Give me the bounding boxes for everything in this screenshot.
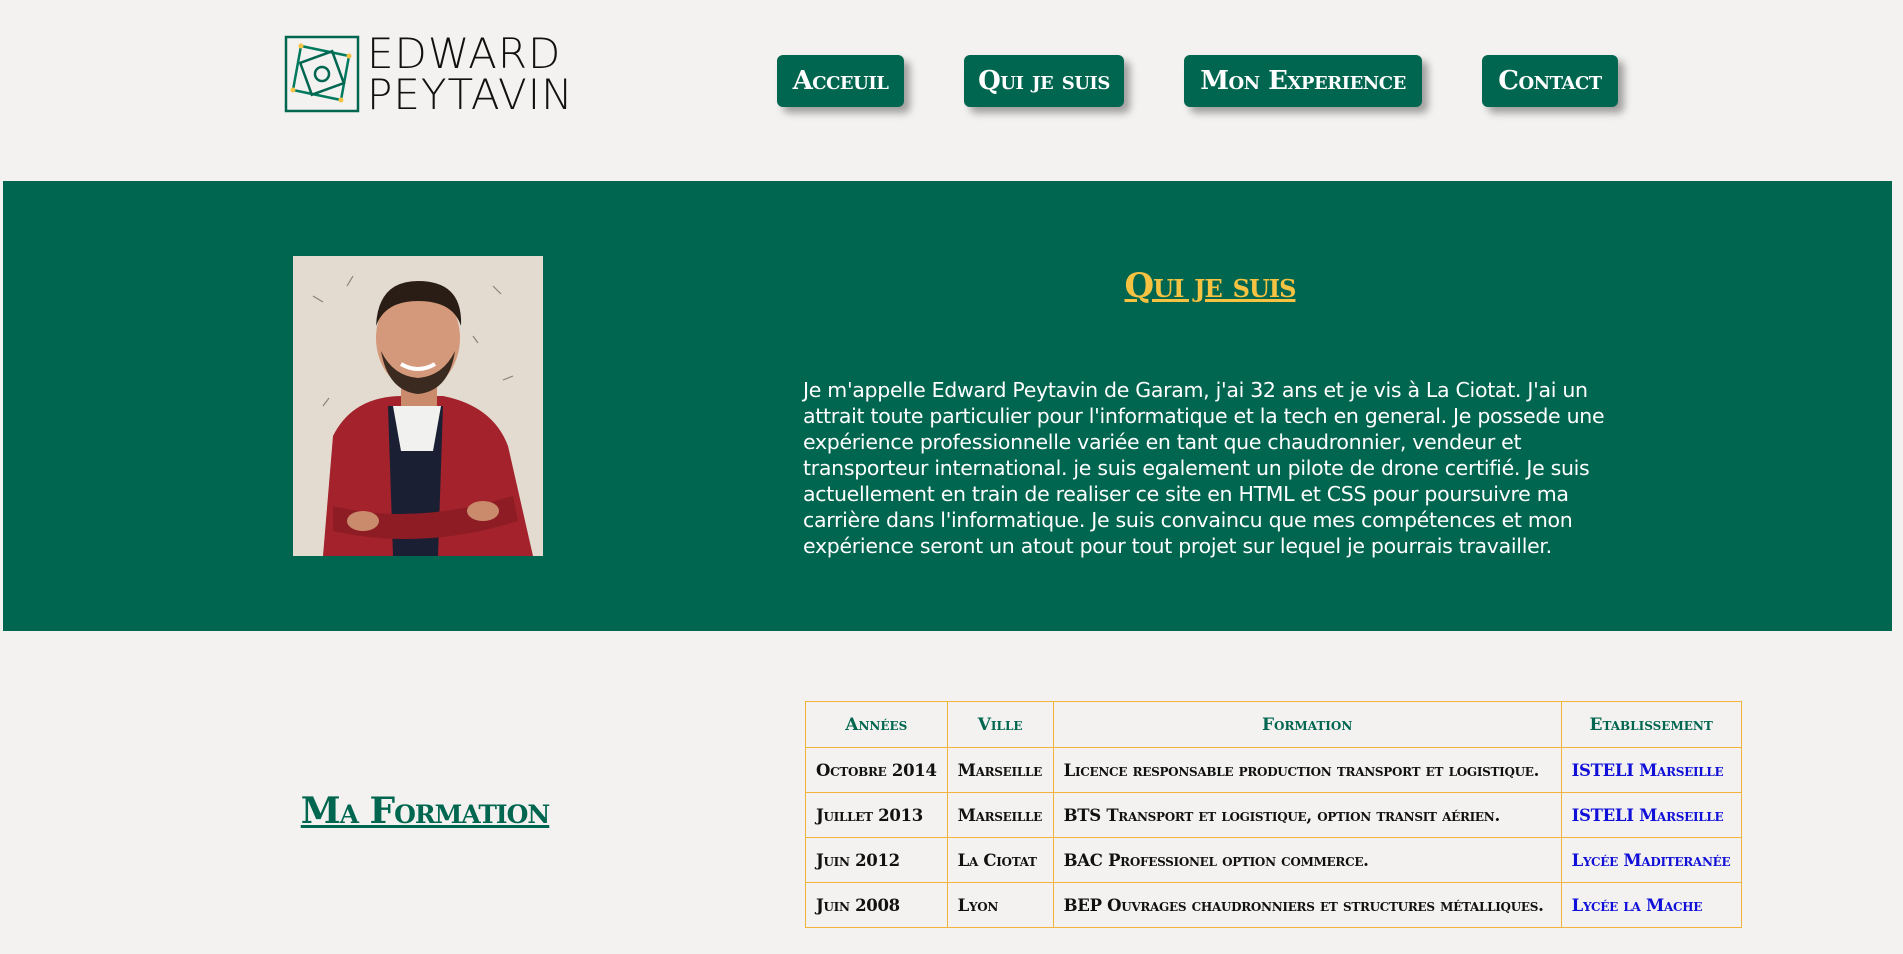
nav-button-acceuil[interactable]: Acceuil [777, 55, 904, 107]
nav-button-qui-je-suis[interactable]: Qui je suis [964, 55, 1124, 107]
about-text: Je m'appelle Edward Peytavin de Garam, j… [803, 378, 1605, 558]
table-header-row: Années Ville Formation Etablissement [805, 701, 1742, 748]
cell-formation: Licence responsable production transport… [1052, 747, 1562, 793]
table-row: Octobre 2014 Marseille Licence responsab… [805, 747, 1742, 793]
cell-etablissement-link[interactable]: ISTELI Marseille [1560, 747, 1742, 793]
cell-ville: Marseille [946, 747, 1054, 793]
cell-annee: Juillet 2013 [805, 792, 948, 838]
cell-ville: La Ciotat [946, 837, 1054, 883]
nav-button-mon-experience[interactable]: Mon Experience [1184, 55, 1422, 107]
column-header-etablissement: Etablissement [1560, 701, 1742, 748]
logo-line-1: EDWARD [367, 29, 562, 78]
cell-formation: BEP Ouvrages chaudronniers et structures… [1052, 882, 1562, 928]
cell-ville: Lyon [946, 882, 1054, 928]
nav-button-contact[interactable]: Contact [1482, 55, 1618, 107]
cell-annee: Juin 2008 [805, 882, 948, 928]
formation-table: Années Ville Formation Etablissement Oct… [805, 701, 1742, 928]
formation-title: Ma Formation [300, 790, 551, 832]
about-title: Qui je suis [1124, 266, 1297, 306]
column-header-ville: Ville [946, 701, 1054, 748]
cell-annee: Octobre 2014 [805, 747, 948, 793]
cell-formation: BTS Transport et logistique, option tran… [1052, 792, 1562, 838]
cell-ville: Marseille [946, 792, 1054, 838]
table-row: Juin 2008 Lyon BEP Ouvrages chaudronnier… [805, 882, 1742, 928]
site-logo[interactable]: EDWARD PEYTAVIN [283, 29, 574, 119]
cell-annee: Juin 2012 [805, 837, 948, 883]
logo-wordmark: EDWARD PEYTAVIN [367, 29, 574, 119]
cell-etablissement-link[interactable]: Lycée Maditeranée [1560, 837, 1742, 883]
table-row: Juin 2012 La Ciotat BAC Professionel opt… [805, 837, 1742, 883]
column-header-formation: Formation [1052, 701, 1562, 748]
portrait-photo [293, 256, 543, 556]
cell-etablissement-link[interactable]: Lycée la Mache [1560, 882, 1742, 928]
column-header-annees: Années [805, 701, 948, 748]
cell-formation: BAC Professionel option commerce. [1052, 837, 1562, 883]
cell-etablissement-link[interactable]: ISTELI Marseille [1560, 792, 1742, 838]
table-row: Juillet 2013 Marseille BTS Transport et … [805, 792, 1742, 838]
logo-mark-icon [284, 35, 360, 113]
logo-line-2: PEYTAVIN [367, 70, 574, 119]
